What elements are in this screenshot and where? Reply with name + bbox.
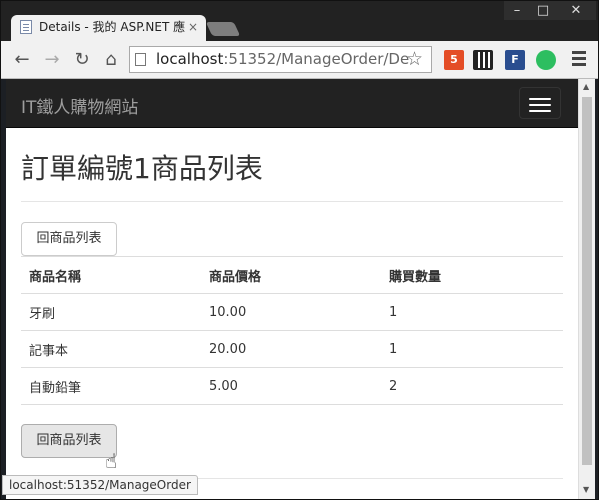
- back-to-list-button-top[interactable]: 回商品列表: [21, 222, 117, 256]
- maximize-button[interactable]: □: [530, 1, 556, 20]
- order-items-table: 商品名稱 商品價格 購買數量 牙刷 10.00 1 記事本 20.00 1 自動…: [21, 256, 563, 405]
- page-content: IT鐵人購物網站 訂單編號1商品列表 回商品列表 商品名稱 商品價格 購買數量 …: [6, 79, 578, 499]
- hand-cursor-icon: ☝: [105, 449, 118, 473]
- column-header-product-name: 商品名稱: [21, 256, 201, 294]
- status-bar: localhost:51352/ManageOrder: [2, 475, 198, 495]
- home-icon[interactable]: ⌂: [100, 49, 122, 71]
- divider: [21, 201, 563, 202]
- cell-quantity: 1: [381, 330, 563, 368]
- cell-quantity: 2: [381, 367, 563, 405]
- menu-icon[interactable]: [572, 51, 586, 67]
- table-row: 牙刷 10.00 1: [21, 293, 563, 331]
- scrollbar-thumb[interactable]: [582, 97, 592, 465]
- browser-window: Details - 我的 ASP.NET 應 × – □ ✕ ← → ↻ ⌂ l…: [0, 0, 599, 500]
- page-favicon-icon: [20, 20, 32, 34]
- cell-product-name: 牙刷: [21, 293, 201, 331]
- cell-price: 5.00: [201, 367, 381, 405]
- close-window-button[interactable]: ✕: [556, 1, 596, 20]
- table-row: 記事本 20.00 1: [21, 330, 563, 368]
- scroll-up-arrow-icon[interactable]: ▲: [583, 82, 589, 91]
- cell-price: 20.00: [201, 330, 381, 368]
- new-tab-button[interactable]: [205, 22, 241, 36]
- column-header-price: 商品價格: [201, 256, 381, 294]
- cell-product-name: 自動鉛筆: [21, 367, 201, 405]
- evernote-extension-icon[interactable]: [536, 50, 556, 70]
- back-arrow-icon[interactable]: ←: [11, 49, 33, 71]
- navbar-toggle-button[interactable]: [519, 87, 561, 119]
- column-header-quantity: 購買數量: [381, 256, 563, 294]
- tab-title: Details - 我的 ASP.NET 應: [39, 20, 186, 34]
- site-navbar: IT鐵人購物網站: [6, 79, 578, 128]
- feedly-extension-icon[interactable]: F: [505, 50, 525, 70]
- address-bar[interactable]: localhost:51352/ManageOrder/De: [129, 46, 432, 73]
- tab-close-icon[interactable]: ×: [188, 20, 198, 34]
- browser-toolbar: ← → ↻ ⌂ localhost:51352/ManageOrder/De ☆…: [1, 41, 598, 79]
- url-host: localhost: [156, 50, 224, 68]
- cell-price: 10.00: [201, 293, 381, 331]
- table-row: 自動鉛筆 5.00 2: [21, 367, 563, 405]
- minimize-button[interactable]: –: [504, 1, 530, 20]
- vertical-scrollbar[interactable]: ▲ ▼: [578, 79, 595, 499]
- page-info-icon[interactable]: [135, 53, 146, 66]
- forward-arrow-icon[interactable]: →: [41, 49, 63, 71]
- back-to-list-button-bottom[interactable]: 回商品列表: [21, 424, 117, 458]
- page-title: 訂單編號1商品列表: [21, 152, 263, 185]
- cell-quantity: 1: [381, 293, 563, 331]
- tab-strip: Details - 我的 ASP.NET 應 × – □ ✕: [1, 1, 598, 41]
- browser-tab[interactable]: Details - 我的 ASP.NET 應 ×: [11, 15, 206, 41]
- qr-code-extension-icon[interactable]: [473, 50, 493, 70]
- bookmark-star-icon[interactable]: ☆: [406, 48, 423, 70]
- cell-product-name: 記事本: [21, 330, 201, 368]
- site-brand[interactable]: IT鐵人購物網站: [21, 93, 138, 118]
- reload-icon[interactable]: ↻: [71, 49, 93, 71]
- table-header-row: 商品名稱 商品價格 購買數量: [21, 256, 563, 294]
- url-path: :51352/ManageOrder/De: [223, 50, 410, 68]
- scroll-down-arrow-icon[interactable]: ▼: [583, 485, 589, 494]
- html5-extension-icon[interactable]: 5: [444, 50, 464, 70]
